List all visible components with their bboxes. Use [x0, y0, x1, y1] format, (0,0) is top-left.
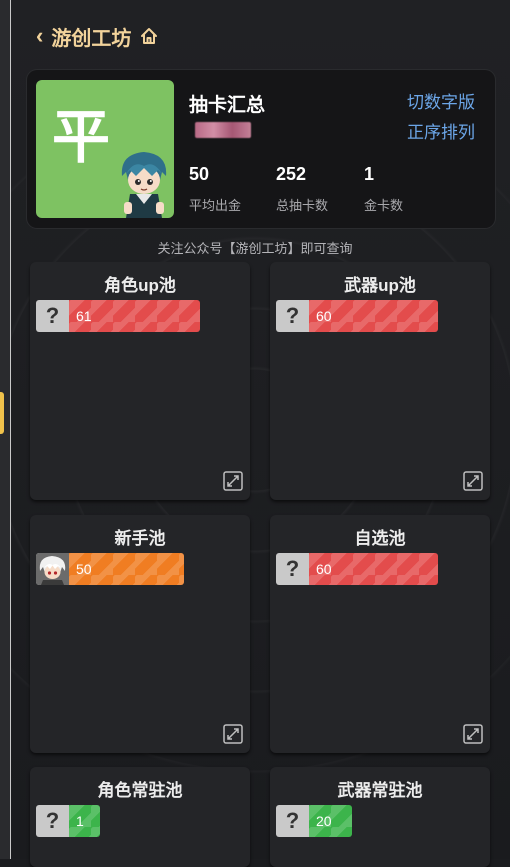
- unknown-item-icon: ?: [276, 805, 309, 837]
- side-rail-handle[interactable]: [0, 392, 4, 434]
- pull-entry[interactable]: ? 20: [276, 805, 352, 837]
- rating-badge: 平: [52, 103, 111, 171]
- summary-card: 平 抽卡汇总 切数字版 正序排列 50 平均出金 252 总抽卡数 1 金卡数: [27, 70, 495, 228]
- stat-label: 平均出金: [189, 198, 242, 213]
- pool-name: 角色up池: [104, 276, 176, 295]
- pool-name: 自选池: [354, 529, 406, 548]
- unknown-item-icon: ?: [276, 300, 309, 332]
- stat-label: 金卡数: [364, 198, 404, 213]
- stat-value: 1: [364, 164, 375, 184]
- pull-entry[interactable]: 50: [36, 553, 184, 585]
- pool-name: 武器up池: [344, 276, 416, 295]
- stat-value: 50: [189, 164, 210, 184]
- pull-count-bar: 61: [69, 300, 200, 332]
- character-portrait-icon: [36, 553, 69, 585]
- pool-card-novice[interactable]: 新手池 50: [30, 515, 250, 753]
- expand-icon[interactable]: [463, 724, 483, 744]
- notice-text: 关注公众号【游创工坊】即可查询: [157, 241, 353, 256]
- home-icon[interactable]: [139, 26, 159, 46]
- page-title: 游创工坊: [51, 27, 132, 50]
- header: ‹ 游创工坊: [36, 22, 159, 50]
- stat-average: 50 平均出金: [189, 164, 241, 214]
- stat-gold-count: 1 金卡数: [364, 164, 403, 214]
- toggle-font-button[interactable]: 切数字版: [407, 88, 475, 113]
- stat-label: 总抽卡数: [276, 198, 329, 213]
- stat-total: 252 总抽卡数: [276, 164, 328, 214]
- character-avatar-icon: [121, 152, 167, 218]
- pool-name: 武器常驻池: [337, 781, 423, 800]
- pool-card-selectable[interactable]: 自选池 ? 60: [270, 515, 490, 753]
- pull-count-bar: 1: [69, 805, 100, 837]
- pull-count-bar: 50: [69, 553, 184, 585]
- pull-entry[interactable]: ? 60: [276, 300, 438, 332]
- pull-count-bar: 20: [309, 805, 352, 837]
- stat-value: 252: [276, 164, 307, 184]
- unknown-item-icon: ?: [36, 805, 69, 837]
- unknown-item-icon: ?: [276, 553, 309, 585]
- expand-icon[interactable]: [223, 471, 243, 491]
- expand-icon[interactable]: [463, 471, 483, 491]
- pull-count-bar: 60: [309, 300, 438, 332]
- pool-card-character-up[interactable]: 角色up池 ? 61: [30, 262, 250, 500]
- pull-entry[interactable]: ? 60: [276, 553, 438, 585]
- pull-count-bar: 60: [309, 553, 438, 585]
- pool-name: 新手池: [114, 529, 166, 548]
- unknown-item-icon: ?: [36, 300, 69, 332]
- summary-badge-tile: 平: [36, 80, 174, 218]
- pool-card-weapon-up[interactable]: 武器up池 ? 60: [270, 262, 490, 500]
- expand-icon[interactable]: [223, 724, 243, 744]
- toggle-order-button[interactable]: 正序排列: [407, 118, 475, 143]
- redacted-user-id: [195, 122, 251, 138]
- pull-entry[interactable]: ? 1: [36, 805, 100, 837]
- back-chevron-icon[interactable]: ‹: [36, 25, 43, 47]
- pull-entry[interactable]: ? 61: [36, 300, 200, 332]
- summary-title: 抽卡汇总: [189, 95, 266, 116]
- pool-card-character-standard[interactable]: 角色常驻池 ? 1: [30, 767, 250, 867]
- pool-card-weapon-standard[interactable]: 武器常驻池 ? 20: [270, 767, 490, 867]
- pool-name: 角色常驻池: [97, 781, 183, 800]
- side-rail: [0, 0, 11, 859]
